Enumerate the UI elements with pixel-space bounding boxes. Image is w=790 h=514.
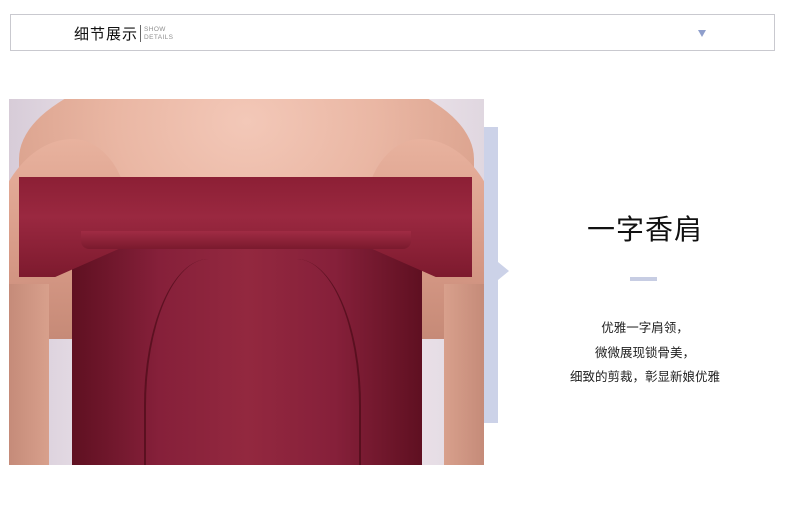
detail-header-bar: 细节展示 SHOW DETAILS <box>10 14 775 51</box>
description-line: 细致的剪裁，彰显新娘优雅 <box>569 369 720 384</box>
description-line: 微微展现锁骨美， <box>594 344 695 360</box>
caret-down-icon[interactable] <box>698 30 706 37</box>
feature-title: 一字香肩 <box>586 213 703 246</box>
accent-bar <box>484 127 498 423</box>
left-arm <box>9 284 49 465</box>
off-shoulder-dress-photo <box>9 99 484 465</box>
description-line: 优雅一字肩领， <box>601 320 689 335</box>
right-arm <box>444 284 484 465</box>
pointer-arrow-icon <box>498 262 509 280</box>
title-underline <box>630 277 657 281</box>
dress-neckline-fold <box>81 231 411 249</box>
header-subtitle: SHOW DETAILS <box>144 26 173 42</box>
feature-description: 优雅一字肩领， 微微展现锁骨美， 细致的剪裁，彰显新娘优雅 <box>545 316 745 390</box>
header-title: 细节展示 <box>74 25 139 43</box>
header-divider <box>140 25 141 42</box>
header-subtitle-line1: SHOW <box>144 26 166 33</box>
header-subtitle-line2: DETAILS <box>144 34 174 41</box>
dress-bodice <box>72 231 422 465</box>
